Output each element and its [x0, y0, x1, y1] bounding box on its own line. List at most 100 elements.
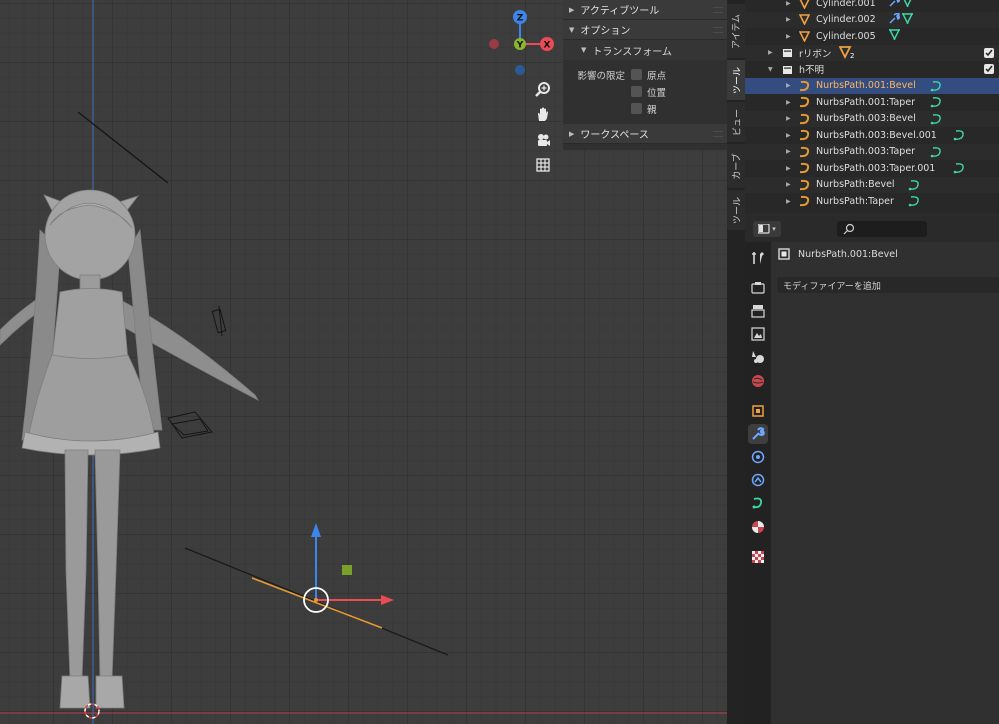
- panel-title: ワークスペース: [580, 130, 649, 141]
- drag-grip-icon[interactable]: [713, 6, 723, 13]
- expand-arrow-icon[interactable]: ▶: [786, 181, 791, 188]
- expand-arrow-icon[interactable]: ▶: [786, 16, 791, 23]
- outliner-row[interactable]: ▼ h不明: [745, 61, 999, 78]
- scene-properties-icon[interactable]: [748, 347, 768, 367]
- panel-workspace[interactable]: ▶ ワークスペース: [563, 124, 727, 144]
- collection-visibility-checkbox[interactable]: [984, 47, 994, 58]
- tab-tool-2[interactable]: ツール: [727, 190, 745, 230]
- zoom-icon[interactable]: [531, 77, 555, 101]
- outliner-item-label: NurbsPath.003:Taper.001: [816, 162, 936, 174]
- curve-icon: [798, 96, 810, 108]
- expand-arrow-icon[interactable]: ▶: [786, 33, 791, 40]
- modifier-properties-icon[interactable]: [748, 424, 768, 444]
- drag-grip-icon[interactable]: [713, 26, 723, 33]
- pan-hand-icon[interactable]: [531, 102, 555, 126]
- panel-options[interactable]: ▼ オプション: [563, 20, 727, 40]
- expand-arrow-icon[interactable]: ▶: [786, 132, 791, 139]
- outliner-row[interactable]: ▶ NurbsPath.003:Bevel.001: [745, 127, 999, 144]
- expand-arrow-icon[interactable]: ▶: [786, 148, 791, 155]
- navigation-gizmo[interactable]: Z Y X: [486, 6, 556, 78]
- outliner-item-label: NurbsPath.003:Bevel: [816, 113, 916, 125]
- mesh-data-icon[interactable]: [902, 0, 913, 10]
- checkbox-locations[interactable]: [631, 86, 642, 97]
- curve-icon: [798, 80, 810, 92]
- texture-properties-icon[interactable]: [748, 547, 768, 567]
- panel-title: アクティブツール: [580, 6, 660, 17]
- tab-view[interactable]: ビュー: [727, 102, 745, 142]
- curve-data-icon[interactable]: [930, 113, 942, 125]
- curve-data-icon[interactable]: [748, 493, 768, 513]
- outliner-row[interactable]: ▶ Cylinder.002: [745, 11, 999, 28]
- tab-curve[interactable]: カーブ: [727, 144, 745, 188]
- outliner-row[interactable]: ▶ NurbsPath.003:Taper.001: [745, 160, 999, 177]
- affect-only-origins-row[interactable]: 影響の限定 原点: [563, 66, 727, 83]
- physics-properties-icon[interactable]: [748, 470, 768, 490]
- bevel-curve-line: [77, 111, 169, 184]
- outliner-item-label: Cylinder.001: [816, 0, 876, 9]
- outliner[interactable]: ▶ Cylinder.001 ▶ Cylinder.002 ▶ Cylinder.005 ▶…: [745, 0, 999, 214]
- add-modifier-button[interactable]: モディファイアーを追加: [777, 277, 999, 293]
- properties-editor: ▾ NurbsPath.001:Bevel モディファイアーを追加: [745, 216, 999, 724]
- mesh-data-icon[interactable]: [888, 29, 901, 43]
- outliner-row[interactable]: ▶ NurbsPath:Taper: [745, 193, 999, 210]
- collection-visibility-checkbox[interactable]: [984, 64, 994, 75]
- outliner-row[interactable]: ▶ rリボン 2: [745, 44, 999, 61]
- tab-tool[interactable]: ツール: [727, 60, 745, 100]
- drag-grip-icon[interactable]: [713, 130, 723, 137]
- curve-data-icon[interactable]: [908, 179, 920, 191]
- tab-item[interactable]: アイテム: [727, 4, 745, 58]
- material-properties-icon[interactable]: [748, 517, 768, 537]
- expand-arrow-icon[interactable]: ▼: [768, 66, 773, 73]
- expand-arrow-icon[interactable]: ▶: [786, 99, 791, 106]
- curve-data-icon[interactable]: [953, 162, 965, 174]
- outliner-row[interactable]: ▶ NurbsPath.001:Taper: [745, 94, 999, 111]
- affect-only-locations-row[interactable]: 位置: [563, 83, 727, 100]
- curve-data-icon[interactable]: [953, 129, 965, 141]
- curve-icon: [798, 179, 810, 191]
- svg-text:2: 2: [850, 52, 854, 59]
- outliner-row[interactable]: ▶ Cylinder.005: [745, 28, 999, 45]
- editor-type-dropdown[interactable]: ▾: [753, 221, 781, 237]
- grid-view-icon[interactable]: [531, 153, 555, 177]
- view-layer-icon[interactable]: [748, 324, 768, 344]
- outliner-item-label: Cylinder.005: [816, 30, 876, 42]
- outliner-row[interactable]: ▶ NurbsPath.003:Taper: [745, 143, 999, 160]
- expand-arrow-icon[interactable]: ▶: [786, 115, 791, 122]
- modifier-icon[interactable]: [889, 12, 901, 27]
- mesh-data-icon[interactable]: [901, 12, 914, 27]
- expand-arrow-icon[interactable]: ▶: [786, 82, 791, 89]
- outliner-row[interactable]: ▶ NurbsPath.003:Bevel: [745, 110, 999, 127]
- modifier-icon[interactable]: [889, 0, 900, 10]
- tool-settings-icon[interactable]: [748, 248, 768, 268]
- outliner-row[interactable]: ▶ NurbsPath:Bevel: [745, 176, 999, 193]
- object-name: NurbsPath.001:Bevel: [798, 248, 898, 260]
- panel-title: オプション: [580, 26, 631, 37]
- curve-data-icon[interactable]: [908, 195, 920, 207]
- curve-data-icon[interactable]: [930, 96, 942, 108]
- world-properties-icon[interactable]: [748, 371, 768, 391]
- object-properties-icon[interactable]: [748, 401, 768, 421]
- expand-arrow-icon[interactable]: ▶: [786, 198, 791, 205]
- checkbox-origins[interactable]: [631, 69, 642, 80]
- affect-only-parents-row[interactable]: 親: [563, 100, 727, 117]
- outliner-row[interactable]: ▶ NurbsPath.001:Bevel: [745, 77, 999, 94]
- subpanel-transform[interactable]: ▼ トランスフォーム: [563, 40, 727, 60]
- search-input[interactable]: [837, 221, 927, 237]
- particle-properties-icon[interactable]: [748, 447, 768, 467]
- camera-view-icon[interactable]: [531, 128, 555, 152]
- expand-arrow-icon[interactable]: ▶: [786, 0, 791, 7]
- expand-arrow-icon[interactable]: ▶: [768, 49, 773, 56]
- checkbox-parents[interactable]: [631, 103, 642, 114]
- panel-active-tool[interactable]: ▶ アクティブツール: [563, 0, 727, 20]
- affect-only-label: 影響の限定: [577, 70, 625, 82]
- object-name-header: NurbsPath.001:Bevel: [778, 248, 898, 260]
- curve-data-icon[interactable]: [930, 146, 942, 158]
- collapse-arrow-icon: ▼: [581, 46, 587, 54]
- expand-arrow-icon[interactable]: ▶: [786, 165, 791, 172]
- outliner-row[interactable]: ▶ Cylinder.001: [745, 0, 999, 12]
- output-properties-icon[interactable]: [748, 301, 768, 321]
- render-properties-icon[interactable]: [748, 278, 768, 298]
- checkbox-label: 原点: [647, 70, 667, 82]
- curve-data-icon[interactable]: [930, 80, 942, 92]
- curve-icon: [798, 162, 810, 174]
